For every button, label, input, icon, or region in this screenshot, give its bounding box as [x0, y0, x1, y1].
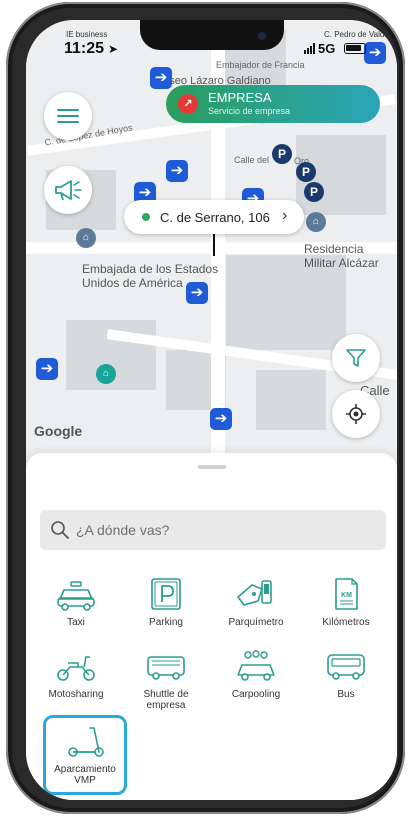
map-label: Embajador de Francia — [216, 60, 305, 70]
museum-poi-icon[interactable]: ⌂ — [96, 364, 116, 384]
metro-stop-icon[interactable]: ➔ — [166, 160, 188, 182]
search-bar[interactable] — [40, 510, 386, 550]
metro-stop-icon[interactable]: ➔ — [210, 408, 232, 430]
carrier-label: IE business — [66, 30, 108, 39]
carrier-label: C. Pedro de Valdiv — [324, 30, 391, 39]
megaphone-icon — [55, 180, 82, 201]
network-type: 5G — [318, 41, 336, 56]
empresa-title: EMPRESA — [208, 90, 272, 105]
service-motosharing[interactable]: Motosharing — [36, 649, 116, 717]
empresa-subtitle: Servicio de empresa — [208, 106, 291, 116]
service-label: Shuttle de empresa — [143, 689, 189, 711]
service-label: Parking — [149, 617, 183, 628]
service-kilometros[interactable]: KM Kilómetros — [306, 577, 386, 645]
parking-poi-icon[interactable]: P — [296, 162, 316, 182]
service-label: Bus — [337, 689, 355, 700]
map-label: Residencia Militar Alcázar — [304, 242, 379, 270]
parking-poi-icon[interactable]: P — [304, 182, 324, 202]
parking-poi-icon[interactable]: P — [272, 144, 292, 164]
service-aparcamiento-vmp[interactable]: Aparcamiento VMP — [43, 715, 127, 795]
phone-frame: Embajador de Francia Museo Lázaro Galdia… — [6, 2, 405, 814]
services-bottom-sheet[interactable]: Taxi Parking Parquímetro — [26, 453, 397, 800]
kick-scooter-icon — [68, 727, 104, 757]
service-carpooling[interactable]: Carpooling — [216, 649, 296, 717]
camera-icon — [258, 32, 266, 40]
app-screen: Embajador de Francia Museo Lázaro Galdia… — [26, 20, 397, 800]
signal-icon — [304, 43, 315, 54]
filter-icon — [346, 349, 366, 367]
search-icon — [51, 521, 69, 539]
service-label: Kilómetros — [322, 617, 370, 628]
service-label: Parquímetro — [228, 617, 284, 628]
metro-stop-icon[interactable]: ➔ — [150, 67, 172, 89]
taxi-icon — [57, 581, 95, 611]
parking-icon — [151, 578, 181, 610]
sheet-drag-handle[interactable] — [198, 465, 226, 469]
map-label: Calle del — [234, 155, 270, 165]
metro-stop-icon[interactable]: ➔ — [186, 282, 208, 304]
pickup-address: C. de Serrano, 106 — [160, 210, 270, 225]
location-pin — [213, 234, 215, 256]
pickup-address-button[interactable]: C. de Serrano, 106 › — [124, 200, 304, 234]
residence-poi-icon[interactable]: ⌂ — [306, 212, 326, 232]
service-parquimetro[interactable]: Parquímetro — [216, 577, 296, 645]
destination-search-input[interactable] — [76, 510, 376, 550]
origin-dot-icon — [142, 213, 150, 221]
status-time: 11:25 — [64, 40, 105, 57]
empresa-mode-toggle[interactable]: ↗ EMPRESA Servicio de empresa — [166, 85, 380, 123]
announcements-button[interactable] — [44, 166, 92, 214]
empresa-logo-icon: ↗ — [178, 94, 198, 114]
service-label: Aparcamiento VMP — [54, 764, 116, 786]
parking-meter-icon — [237, 580, 272, 606]
my-location-button[interactable] — [332, 390, 380, 438]
scooter-icon — [57, 656, 95, 681]
menu-button[interactable] — [44, 92, 92, 140]
service-label: Taxi — [67, 617, 85, 628]
crosshair-icon — [346, 404, 366, 424]
service-parking[interactable]: Parking — [126, 577, 206, 645]
svg-text:KM: KM — [341, 592, 352, 599]
bus-icon — [327, 654, 365, 680]
metro-stop-icon[interactable]: ➔ — [36, 358, 58, 380]
battery-icon — [344, 43, 366, 54]
shuttle-icon — [147, 656, 185, 680]
service-bus[interactable]: Bus — [306, 649, 386, 717]
location-arrow-icon: ➤ — [108, 42, 119, 56]
embassy-poi-icon[interactable]: ⌂ — [76, 228, 96, 248]
kilometers-icon: KM — [335, 578, 358, 610]
service-taxi[interactable]: Taxi — [36, 577, 116, 645]
carpooling-icon — [237, 650, 275, 681]
service-shuttle[interactable]: Shuttle de empresa — [126, 649, 206, 717]
chevron-right-icon: › — [282, 207, 288, 224]
service-label: Carpooling — [231, 689, 281, 700]
map-building — [256, 370, 326, 430]
hamburger-icon — [57, 105, 79, 127]
filter-button[interactable] — [332, 334, 380, 382]
service-label: Motosharing — [48, 689, 104, 700]
google-logo: Google — [34, 423, 83, 439]
